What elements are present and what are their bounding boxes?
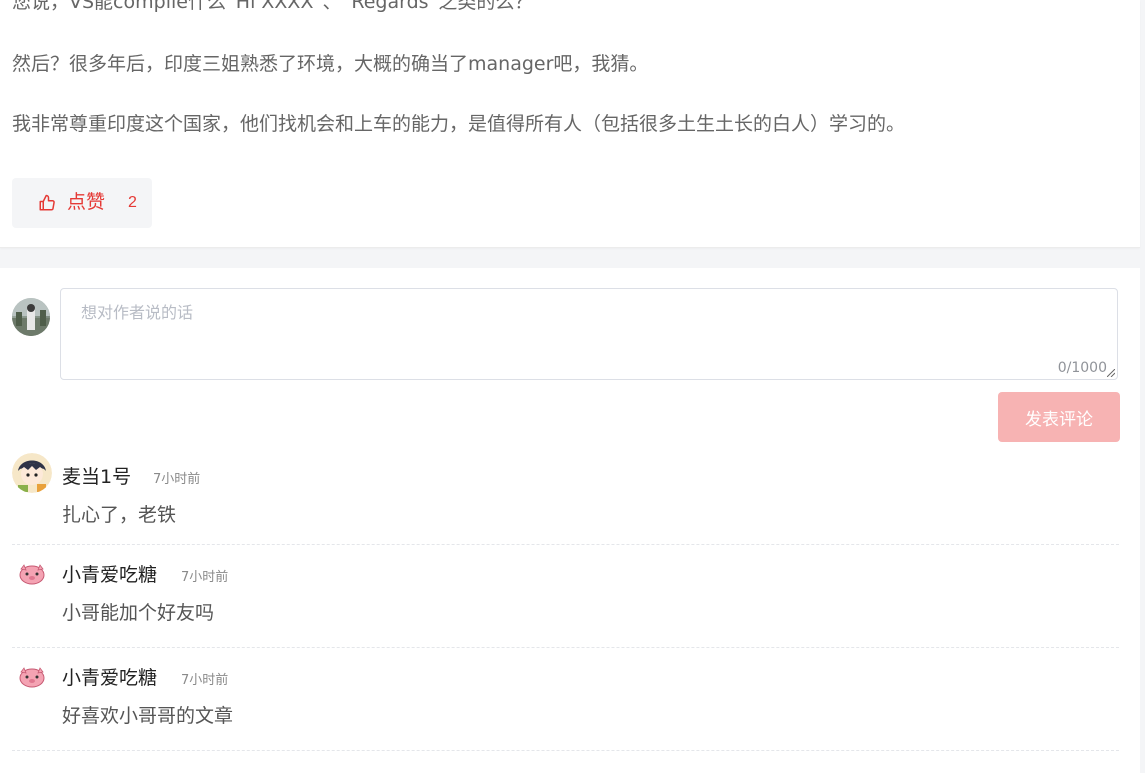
user-avatar <box>12 663 52 703</box>
resize-grip-icon[interactable] <box>1107 369 1115 377</box>
comment-time: 7小时前 <box>153 472 201 487</box>
comment-item: 麦当1号 7小时前 扎心了，老铁 <box>12 453 1119 545</box>
article-paragraph: 然后？很多年后，印度三姐熟悉了环境，大概的确当了manager吧，我猜。 <box>12 53 649 75</box>
article-paragraph: 您说，VS能compile什么“Hi XXXX”、“Regards”之类的么？ <box>12 0 534 13</box>
current-user-avatar <box>12 298 50 336</box>
user-avatar <box>12 560 52 600</box>
comment-author[interactable]: 麦当1号 <box>62 465 131 489</box>
like-label: 点赞 <box>67 192 106 213</box>
article-paragraph: 我非常尊重印度这个国家，他们找机会和上车的能力，是值得所有人（包括很多土生土长的… <box>12 113 906 135</box>
comment-item: 小青爱吃糖 7小时前 小哥能加个好友吗 <box>12 560 1119 648</box>
comment-input[interactable] <box>61 289 1117 379</box>
comment-time: 7小时前 <box>181 570 229 585</box>
user-avatar <box>12 453 52 493</box>
submit-comment-button[interactable]: 发表评论 <box>998 392 1120 442</box>
comment-time: 7小时前 <box>181 673 229 688</box>
char-count: 0/1000 <box>1057 360 1107 376</box>
comment-item: 小青爱吃糖 7小时前 好喜欢小哥哥的文章 <box>12 663 1119 751</box>
comments-section: 0/1000 发表评论 麦当1号 7小时前 扎心了，老铁 <box>0 268 1140 773</box>
thumbs-up-icon <box>39 194 55 211</box>
comment-author[interactable]: 小青爱吃糖 <box>62 563 157 587</box>
comment-text: 小哥能加个好友吗 <box>62 602 215 624</box>
comment-author[interactable]: 小青爱吃糖 <box>62 666 157 690</box>
comment-text: 好喜欢小哥哥的文章 <box>62 705 234 727</box>
article-body: 您说，VS能compile什么“Hi XXXX”、“Regards”之类的么？ … <box>0 0 1140 248</box>
like-count: 2 <box>128 194 137 211</box>
comment-text: 扎心了，老铁 <box>62 504 177 526</box>
like-button[interactable]: 点赞 2 <box>12 178 152 228</box>
comment-input-box: 0/1000 <box>60 288 1118 380</box>
